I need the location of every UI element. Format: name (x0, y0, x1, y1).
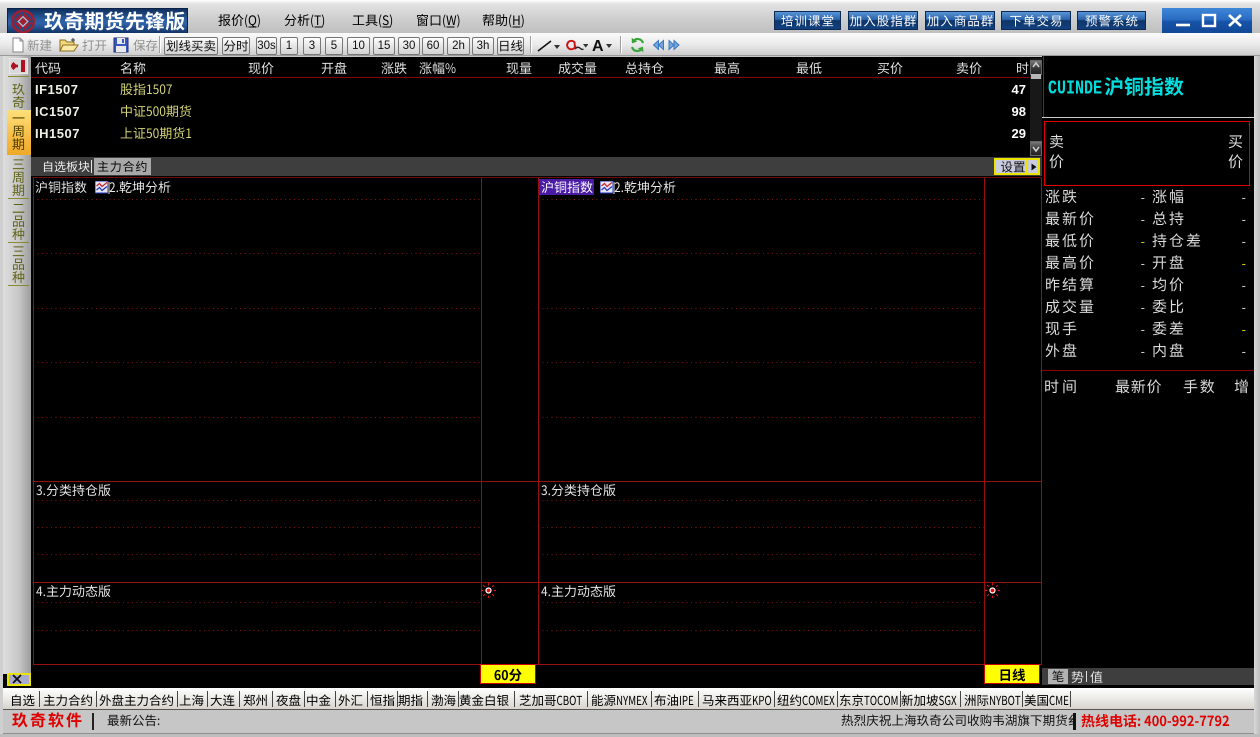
svg-text:A: A (592, 38, 604, 54)
